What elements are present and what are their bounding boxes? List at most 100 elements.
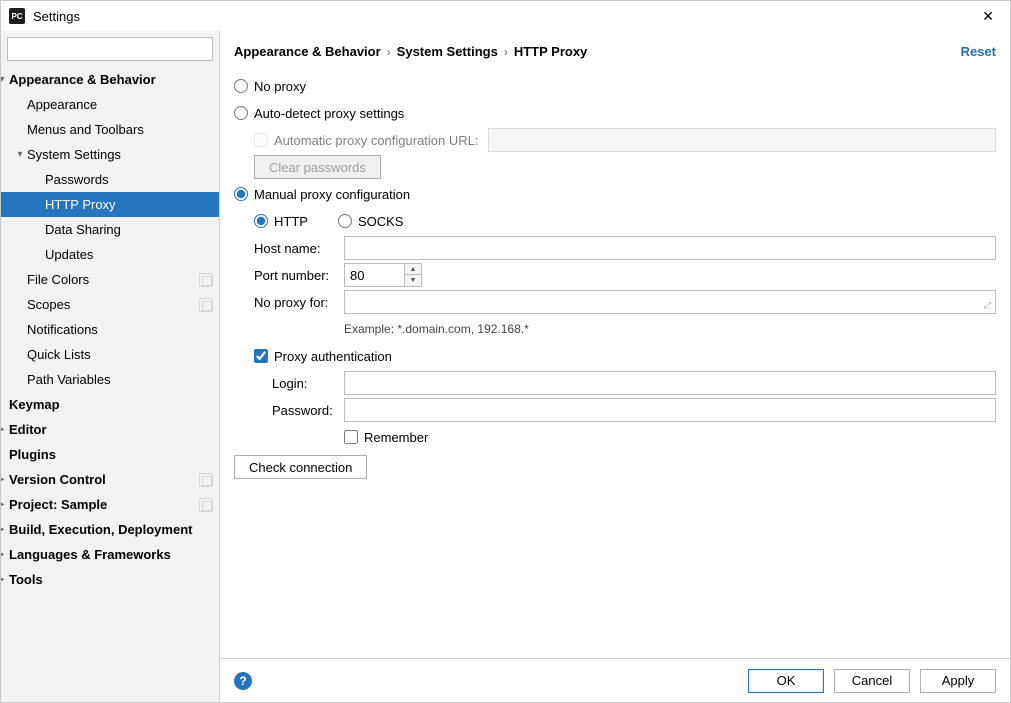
remember-checkbox[interactable] — [344, 430, 358, 444]
no-proxy-radio[interactable] — [234, 79, 248, 93]
sidebar-item-languages-frameworks[interactable]: ▸Languages & Frameworks — [1, 542, 219, 567]
login-input[interactable] — [344, 371, 996, 395]
login-label: Login: — [272, 376, 344, 391]
sidebar-item-label: Menus and Toolbars — [27, 122, 213, 137]
port-step-down[interactable]: ▼ — [405, 275, 421, 286]
search-input[interactable] — [7, 37, 213, 61]
sidebar-item-keymap[interactable]: Keymap — [1, 392, 219, 417]
main-panel: Appearance & Behavior›System Settings›HT… — [220, 31, 1010, 702]
proxy-auth-label: Proxy authentication — [274, 349, 392, 364]
port-label: Port number: — [254, 268, 344, 283]
noproxy-label: No proxy for: — [254, 295, 344, 310]
sidebar-item-label: Build, Execution, Deployment — [9, 522, 213, 537]
expand-icon[interactable]: ⤢ — [984, 300, 991, 311]
sidebar-item-tools[interactable]: ▸Tools — [1, 567, 219, 592]
sidebar-item-label: Project: Sample — [9, 497, 199, 512]
chevron-right-icon: ▸ — [1, 524, 9, 535]
sidebar-item-build-execution-deployment[interactable]: ▸Build, Execution, Deployment — [1, 517, 219, 542]
close-icon[interactable]: ✕ — [974, 4, 1002, 29]
sidebar-item-scopes[interactable]: Scopes — [1, 292, 219, 317]
apply-button[interactable]: Apply — [920, 669, 996, 693]
sidebar-item-label: Quick Lists — [27, 347, 213, 362]
sidebar-item-menus-and-toolbars[interactable]: Menus and Toolbars — [1, 117, 219, 142]
sidebar-item-updates[interactable]: Updates — [1, 242, 219, 267]
password-label: Password: — [272, 403, 344, 418]
remember-label: Remember — [364, 430, 428, 445]
sidebar-item-system-settings[interactable]: ▾System Settings — [1, 142, 219, 167]
project-scope-icon — [199, 298, 213, 312]
sidebar-item-file-colors[interactable]: File Colors — [1, 267, 219, 292]
sidebar-item-plugins[interactable]: Plugins — [1, 442, 219, 467]
sidebar-item-label: Appearance & Behavior — [9, 72, 213, 87]
proxy-auth-checkbox[interactable] — [254, 349, 268, 363]
project-scope-icon — [199, 273, 213, 287]
sidebar-item-label: HTTP Proxy — [45, 197, 213, 212]
auto-url-label: Automatic proxy configuration URL: — [274, 133, 478, 148]
host-input[interactable] — [344, 236, 996, 260]
http-label: HTTP — [274, 214, 308, 229]
sidebar-item-appearance[interactable]: Appearance — [1, 92, 219, 117]
sidebar: ▾Appearance & BehaviorAppearanceMenus an… — [1, 31, 220, 702]
clear-passwords-button: Clear passwords — [254, 155, 381, 179]
sidebar-item-label: Updates — [45, 247, 213, 262]
sidebar-item-label: Plugins — [9, 447, 213, 462]
http-radio[interactable] — [254, 214, 268, 228]
auto-detect-label: Auto-detect proxy settings — [254, 106, 404, 121]
sidebar-item-notifications[interactable]: Notifications — [1, 317, 219, 342]
check-connection-button[interactable]: Check connection — [234, 455, 367, 479]
sidebar-item-label: Appearance — [27, 97, 213, 112]
sidebar-item-quick-lists[interactable]: Quick Lists — [1, 342, 219, 367]
auto-url-input — [488, 128, 996, 152]
sidebar-item-label: Version Control — [9, 472, 199, 487]
sidebar-item-label: Path Variables — [27, 372, 213, 387]
auto-detect-radio[interactable] — [234, 106, 248, 120]
auto-url-checkbox — [254, 133, 268, 147]
project-scope-icon — [199, 473, 213, 487]
project-scope-icon — [199, 498, 213, 512]
sidebar-item-http-proxy[interactable]: HTTP Proxy — [1, 192, 219, 217]
sidebar-item-label: Data Sharing — [45, 222, 213, 237]
sidebar-item-label: System Settings — [27, 147, 213, 162]
sidebar-item-path-variables[interactable]: Path Variables — [1, 367, 219, 392]
sidebar-item-label: File Colors — [27, 272, 199, 287]
port-input[interactable] — [344, 263, 404, 287]
chevron-down-icon: ▾ — [13, 149, 27, 160]
chevron-right-icon: ▸ — [1, 574, 9, 585]
sidebar-item-passwords[interactable]: Passwords — [1, 167, 219, 192]
sidebar-item-label: Keymap — [9, 397, 213, 412]
socks-radio[interactable] — [338, 214, 352, 228]
noproxy-hint: Example: *.domain.com, 192.168.* — [344, 322, 529, 336]
chevron-down-icon: ▾ — [1, 74, 9, 85]
window-title: Settings — [33, 9, 974, 24]
titlebar: PC Settings ✕ — [1, 1, 1010, 31]
settings-tree: ▾Appearance & BehaviorAppearanceMenus an… — [1, 67, 219, 702]
manual-radio[interactable] — [234, 187, 248, 201]
manual-label: Manual proxy configuration — [254, 187, 410, 202]
sidebar-item-editor[interactable]: ▸Editor — [1, 417, 219, 442]
sidebar-item-appearance-behavior[interactable]: ▾Appearance & Behavior — [1, 67, 219, 92]
sidebar-item-label: Tools — [9, 572, 213, 587]
sidebar-item-version-control[interactable]: ▸Version Control — [1, 467, 219, 492]
sidebar-item-data-sharing[interactable]: Data Sharing — [1, 217, 219, 242]
footer: ? OK Cancel Apply — [220, 658, 1010, 702]
chevron-right-icon: ▸ — [1, 474, 9, 485]
chevron-right-icon: ▸ — [1, 424, 9, 435]
sidebar-item-label: Languages & Frameworks — [9, 547, 213, 562]
sidebar-item-label: Editor — [9, 422, 213, 437]
noproxy-input[interactable] — [344, 290, 996, 314]
ok-button[interactable]: OK — [748, 669, 824, 693]
cancel-button[interactable]: Cancel — [834, 669, 910, 693]
breadcrumb: Appearance & Behavior›System Settings›HT… — [234, 43, 961, 59]
port-step-up[interactable]: ▲ — [405, 264, 421, 275]
help-icon[interactable]: ? — [234, 672, 252, 690]
app-icon: PC — [9, 8, 25, 24]
socks-label: SOCKS — [358, 214, 404, 229]
sidebar-item-label: Passwords — [45, 172, 213, 187]
sidebar-item-project-sample[interactable]: ▸Project: Sample — [1, 492, 219, 517]
sidebar-item-label: Notifications — [27, 322, 213, 337]
chevron-right-icon: ▸ — [1, 499, 9, 510]
sidebar-item-label: Scopes — [27, 297, 199, 312]
reset-link[interactable]: Reset — [961, 44, 996, 59]
no-proxy-label: No proxy — [254, 79, 306, 94]
password-input[interactable] — [344, 398, 996, 422]
